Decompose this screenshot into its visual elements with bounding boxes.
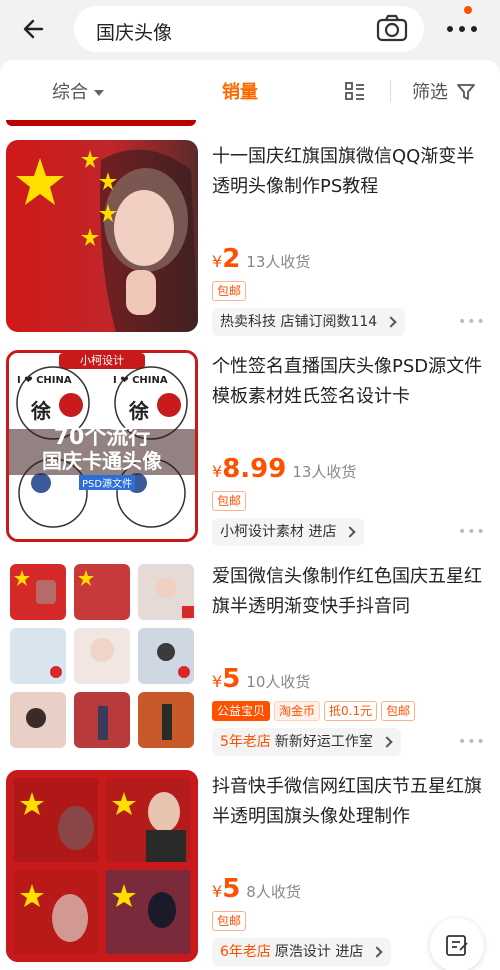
shop-name: 原浩设计 进店 xyxy=(274,944,364,960)
filter-funnel-icon[interactable] xyxy=(456,82,476,102)
tag-free-shipping: 包邮 xyxy=(381,701,416,721)
more-dots-icon xyxy=(447,26,477,32)
sold-count: 13人收货 xyxy=(246,253,311,271)
tag-free-shipping: 包邮 xyxy=(212,911,247,931)
product-card[interactable]: 小柯设计 I ❤ CHINA I ❤ CHINA 徐 徐 70个流行 国庆卡通头… xyxy=(0,350,500,560)
price: 5 xyxy=(222,874,241,904)
chevron-right-icon xyxy=(385,316,397,328)
back-button[interactable] xyxy=(18,12,52,46)
caret-down-icon xyxy=(94,90,104,96)
thumbnail-caption: I ❤ CHINA xyxy=(17,375,72,386)
currency-symbol: ¥ xyxy=(212,672,223,691)
price-row: ¥5 8人收货 xyxy=(212,874,301,910)
tag-free-shipping: 包邮 xyxy=(212,281,247,301)
shop-link[interactable]: 小柯设计素材 进店 xyxy=(212,518,365,546)
product-thumbnail[interactable] xyxy=(6,140,198,332)
product-thumbnail[interactable]: 小柯设计 I ❤ CHINA I ❤ CHINA 徐 徐 70个流行 国庆卡通头… xyxy=(6,350,198,542)
sort-bar: 综合 销量 筛选 xyxy=(0,60,500,120)
camera-icon[interactable] xyxy=(376,14,408,44)
product-card[interactable]: 抖音快手微信网红国庆节五星红旗半透明国旗头像处理制作 ¥5 8人收货 包邮 6年老… xyxy=(0,770,500,970)
search-input[interactable]: 国庆头像 xyxy=(96,18,172,45)
edit-note-icon xyxy=(446,935,468,956)
top-bar: 国庆头像 xyxy=(0,0,500,60)
tag-row: 包邮 xyxy=(212,490,250,512)
price: 5 xyxy=(222,664,241,694)
feedback-button[interactable] xyxy=(430,918,484,970)
sort-sales[interactable]: 销量 xyxy=(222,78,258,104)
notification-dot xyxy=(464,6,472,14)
currency-symbol: ¥ xyxy=(212,882,223,901)
chevron-right-icon xyxy=(371,946,384,958)
price-row: ¥2 13人收货 xyxy=(212,244,310,280)
more-options-icon[interactable]: ••• xyxy=(458,314,486,330)
product-title[interactable]: 抖音快手微信网红国庆节五星红旗半透明国旗头像处理制作 xyxy=(212,772,488,832)
thumbnail-caption: PSD源文件 xyxy=(79,475,136,490)
product-card[interactable]: 十一国庆红旗国旗微信QQ渐变半透明头像制作PS教程 ¥2 13人收货 包邮 热卖科… xyxy=(0,140,500,350)
currency-symbol: ¥ xyxy=(212,462,223,481)
tag-row: 公益宝贝 淘金币 抵0.1元 包邮 xyxy=(212,700,419,722)
sold-count: 10人收货 xyxy=(246,673,311,691)
filter-button[interactable]: 筛选 xyxy=(412,78,448,104)
shop-link[interactable]: 5年老店 新新好运工作室 xyxy=(212,728,401,756)
product-title[interactable]: 爱国微信头像制作红色国庆五星红旗半透明渐变快手抖音同 xyxy=(212,562,488,622)
tag-free-shipping: 包邮 xyxy=(212,491,247,511)
product-thumbnail[interactable] xyxy=(6,560,198,752)
filter-label: 筛选 xyxy=(412,82,448,103)
back-arrow-icon xyxy=(23,19,44,39)
chevron-right-icon xyxy=(381,736,393,748)
thumbnail-banner: 小柯设计 xyxy=(80,354,124,367)
sort-comprehensive[interactable]: 综合 xyxy=(52,78,104,104)
sort-comprehensive-label: 综合 xyxy=(52,82,88,103)
more-menu-button[interactable] xyxy=(440,12,484,46)
more-options-icon[interactable]: ••• xyxy=(458,524,486,540)
shop-link[interactable]: 6年老店 原浩设计 进店 xyxy=(212,938,392,966)
product-list: 十一国庆红旗国旗微信QQ渐变半透明头像制作PS教程 ¥2 13人收货 包邮 热卖科… xyxy=(0,120,500,970)
shop-name: 热卖科技 店铺订阅数114 xyxy=(220,314,378,330)
thumbnail-headline: 国庆卡通头像 xyxy=(42,449,162,473)
price-row: ¥5 10人收货 xyxy=(212,664,310,700)
divider xyxy=(390,80,391,102)
previous-item-thumbnail[interactable] xyxy=(6,120,196,126)
product-card[interactable]: 爱国微信头像制作红色国庆五星红旗半透明渐变快手抖音同 ¥5 10人收货 公益宝贝淘… xyxy=(0,560,500,770)
product-thumbnail[interactable] xyxy=(6,770,198,962)
list-view-toggle-icon[interactable] xyxy=(344,80,366,102)
shop-age-badge: 6年老店 xyxy=(220,944,271,960)
search-box[interactable]: 国庆头像 xyxy=(74,6,424,52)
shop-name: 新新好运工作室 xyxy=(274,734,373,750)
tag-taojinbi: 淘金币 xyxy=(274,701,321,721)
chevron-right-icon xyxy=(344,526,357,538)
tag-row: 包邮 xyxy=(212,280,250,302)
product-title[interactable]: 十一国庆红旗国旗微信QQ渐变半透明头像制作PS教程 xyxy=(212,142,488,202)
thumbnail-caption: I ❤ CHINA xyxy=(113,375,168,386)
tag-row: 包邮 xyxy=(212,910,250,932)
shop-age-badge: 5年老店 xyxy=(220,734,271,750)
more-options-icon[interactable]: ••• xyxy=(458,734,486,750)
shop-name: 小柯设计素材 进店 xyxy=(220,524,337,540)
price-row: ¥8.99 13人收货 xyxy=(212,454,356,490)
currency-symbol: ¥ xyxy=(212,252,223,271)
price: 2 xyxy=(222,244,241,274)
sold-count: 13人收货 xyxy=(292,463,357,481)
tag-charity: 公益宝贝 xyxy=(212,701,271,721)
product-title[interactable]: 个性签名直播国庆头像PSD源文件模板素材姓氏签名设计卡 xyxy=(212,352,488,412)
tag-discount: 抵0.1元 xyxy=(324,701,378,721)
price: 8.99 xyxy=(222,454,287,484)
shop-link[interactable]: 热卖科技 店铺订阅数114 xyxy=(212,308,406,336)
sold-count: 8人收货 xyxy=(246,883,301,901)
